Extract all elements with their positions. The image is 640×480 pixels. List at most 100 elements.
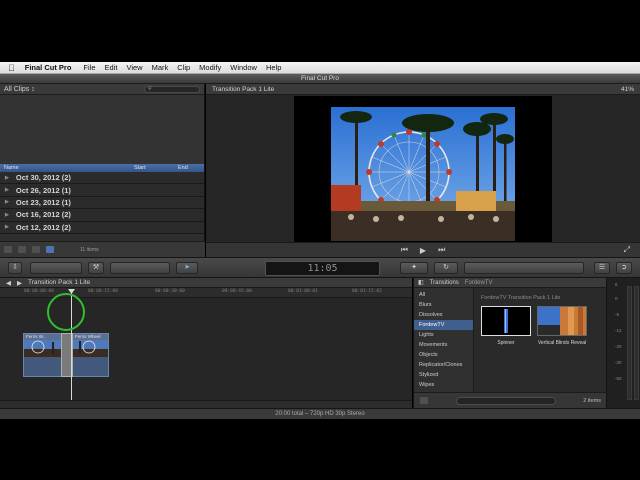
disclosure-triangle-icon[interactable]: ▶ xyxy=(5,187,9,193)
browser-footer: 11 items xyxy=(0,241,205,257)
transition-label: Vertical Blinds Reveal xyxy=(537,340,587,346)
share-icon[interactable]: ➲ xyxy=(616,262,632,274)
meter-label: -30 xyxy=(615,360,622,365)
ruler-tick: 00:00:00:00 xyxy=(24,289,54,294)
viewer-zoom[interactable]: 41% xyxy=(621,86,634,93)
edit-buttons[interactable] xyxy=(110,262,170,274)
meter-label: 6 xyxy=(615,282,618,287)
timeline-clip[interactable]: Ferris W... xyxy=(23,333,63,377)
menu-clip[interactable]: Clip xyxy=(177,63,190,72)
menu-help[interactable]: Help xyxy=(266,63,281,72)
timeline-project-title: Transition Pack 1 Lite xyxy=(28,279,91,286)
select-tool-icon[interactable]: ➤ xyxy=(176,262,198,274)
cursor-highlight-ring xyxy=(47,293,85,331)
meter-bar-left xyxy=(627,286,632,400)
category-item[interactable]: All xyxy=(414,290,473,300)
browser-column-header: Name Start End xyxy=(0,164,204,172)
forward-arrow-icon[interactable]: ▶ xyxy=(17,279,22,287)
browser-search-input[interactable]: ⚲ xyxy=(144,85,200,93)
dashboard-timecode[interactable]: 11:05 xyxy=(265,261,380,276)
menu-window[interactable]: Window xyxy=(230,63,257,72)
category-item[interactable]: Movements xyxy=(414,340,473,350)
gear-icon[interactable] xyxy=(18,246,26,253)
apple-icon[interactable]:  xyxy=(8,63,15,73)
ruler-tick: 00:00:30:00 xyxy=(155,289,185,294)
timeline-clip[interactable]: Ferris Wheel xyxy=(72,333,109,377)
viewer-footer: ⏮ ▶ ⏭ ⤢ xyxy=(206,242,640,257)
enhancements-icon[interactable]: ✦ xyxy=(400,262,428,274)
meter-bar-right xyxy=(634,286,639,400)
viewer-title: Transition Pack 1 Lite xyxy=(212,85,275,93)
clip-filter-dropdown[interactable]: All Clips ↕ xyxy=(4,86,35,93)
list-view-icon[interactable] xyxy=(32,246,40,253)
transitions-icon: ◧ xyxy=(418,280,424,286)
category-item[interactable]: Lights xyxy=(414,330,473,340)
ruler-tick: 00:00:15:00 xyxy=(88,289,118,294)
ruler-tick: 00:01:00:01 xyxy=(288,289,318,294)
sidebar-toggle-icon[interactable] xyxy=(420,397,428,404)
event-label: Oct 30, 2012 (2) xyxy=(15,173,71,183)
media-browser-buttons[interactable] xyxy=(464,262,584,274)
category-item[interactable]: Dissolves xyxy=(414,310,473,320)
browser-item-count: 11 items xyxy=(80,246,99,253)
keyword-button[interactable] xyxy=(30,262,82,274)
disclosure-triangle-icon[interactable]: ▶ xyxy=(5,224,9,230)
skip-forward-icon[interactable]: ⏭ xyxy=(438,245,445,255)
library-toggle-icon[interactable] xyxy=(4,246,12,253)
event-row[interactable]: ▶ Oct 30, 2012 (2) xyxy=(0,172,204,185)
event-label: Oct 23, 2012 (1) xyxy=(15,197,71,207)
wrench-icon[interactable]: ⚒ xyxy=(88,262,104,274)
filmstrip-view-icon[interactable] xyxy=(46,246,54,253)
clip-thumbnail xyxy=(24,340,62,357)
inspector-icon[interactable]: ☰ xyxy=(594,262,610,274)
column-start[interactable]: Start xyxy=(130,165,174,171)
viewer: Transition Pack 1 Lite 41% ⏮ ▶ ⏭ ⤢ xyxy=(206,84,640,257)
transitions-browser: ◧ Transitions FordewTV All Blurs Dissolv… xyxy=(413,278,607,408)
status-bar: 20:00 total – 720p HD 30p Stereo xyxy=(0,408,640,419)
event-row[interactable]: ▶ Oct 23, 2012 (1) xyxy=(0,196,204,210)
browser-header: All Clips ↕ ⚲ xyxy=(0,84,204,95)
timeline-scrollbar[interactable] xyxy=(0,400,412,408)
meter-label: -20 xyxy=(615,344,622,349)
menu-view[interactable]: View xyxy=(126,63,142,72)
import-icon[interactable]: ⇩ xyxy=(8,262,22,274)
menu-file[interactable]: File xyxy=(83,63,95,72)
category-item-selected[interactable]: FordewTV xyxy=(414,320,473,330)
meter-label: 0 xyxy=(615,296,618,301)
skip-back-icon[interactable]: ⏮ xyxy=(401,245,408,255)
transition-grid: FordewTV Transition Pack 1 Lite Spinner … xyxy=(475,288,607,392)
disclosure-triangle-icon[interactable]: ▶ xyxy=(5,199,9,205)
event-label: Oct 12, 2012 (2) xyxy=(15,222,71,232)
category-item[interactable]: Stylized xyxy=(414,370,473,380)
category-item[interactable]: Objects xyxy=(414,350,473,360)
event-browser: All Clips ↕ ⚲ Name Start End ▶ Oct 30, 20… xyxy=(0,84,205,257)
transition-thumbnail-vertical-blinds[interactable] xyxy=(537,306,587,336)
category-item[interactable]: Blurs xyxy=(414,300,473,310)
category-item[interactable]: Wipes xyxy=(414,380,473,390)
menu-mark[interactable]: Mark xyxy=(152,63,169,72)
column-end[interactable]: End xyxy=(174,165,188,171)
column-name[interactable]: Name xyxy=(0,165,130,171)
disclosure-triangle-icon[interactable]: ▶ xyxy=(5,175,9,181)
transitions-search-input[interactable] xyxy=(455,396,556,405)
viewer-canvas xyxy=(294,96,552,242)
disclosure-triangle-icon[interactable]: ▶ xyxy=(5,212,9,218)
category-item[interactable]: Replicator/Clones xyxy=(414,360,473,370)
transition-group-title: FordewTV Transition Pack 1 Lite xyxy=(481,295,561,301)
retime-icon[interactable]: ↻ xyxy=(434,262,458,274)
play-icon[interactable]: ▶ xyxy=(420,246,426,255)
timeline: ◀ ▶ Transition Pack 1 Lite 00:00:00:00 0… xyxy=(0,278,412,408)
viewer-header: Transition Pack 1 Lite 41% xyxy=(206,84,640,95)
event-row[interactable]: ▶ Oct 26, 2012 (1) xyxy=(0,184,204,197)
menu-modify[interactable]: Modify xyxy=(199,63,221,72)
back-arrow-icon[interactable]: ◀ xyxy=(6,279,11,287)
transition-label: Spinner xyxy=(497,340,515,346)
meter-label: -6 xyxy=(615,312,620,317)
menu-app-name[interactable]: Final Cut Pro xyxy=(25,63,72,72)
event-row[interactable]: ▶ Oct 12, 2012 (2) xyxy=(0,221,204,234)
timeline-header: ◀ ▶ Transition Pack 1 Lite xyxy=(0,278,412,288)
fullscreen-icon[interactable]: ⤢ xyxy=(624,245,630,255)
event-row[interactable]: ▶ Oct 16, 2012 (2) xyxy=(0,209,204,222)
menu-edit[interactable]: Edit xyxy=(105,63,118,72)
transition-thumbnail-spinner[interactable] xyxy=(481,306,531,336)
